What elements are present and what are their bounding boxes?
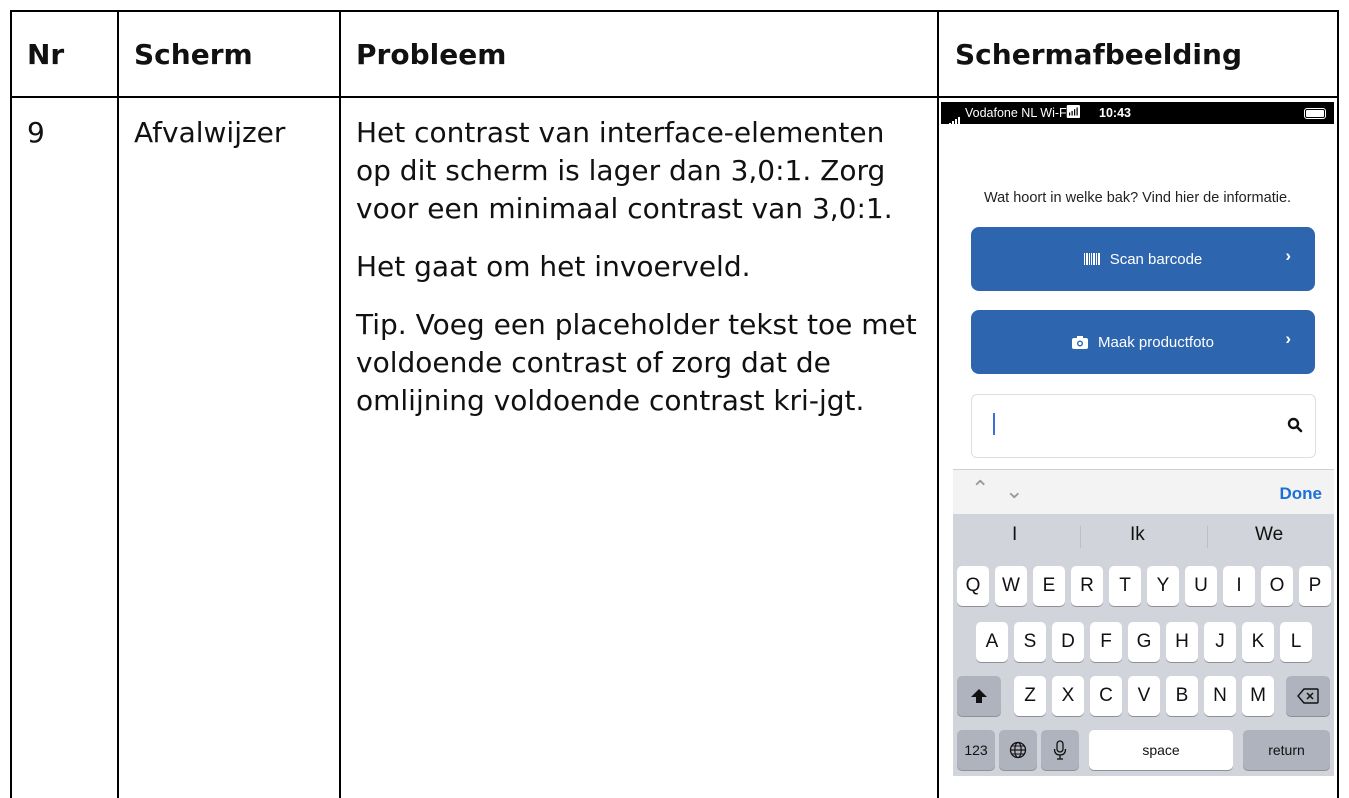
header-nr: Nr bbox=[27, 37, 65, 71]
product-photo-label: Maak productfoto bbox=[1098, 333, 1214, 351]
key-r[interactable]: R bbox=[1071, 566, 1103, 606]
space-key[interactable]: space bbox=[1089, 730, 1233, 770]
text-caret bbox=[993, 413, 995, 435]
globe-key[interactable] bbox=[999, 730, 1037, 770]
key-k[interactable]: K bbox=[1242, 622, 1274, 662]
col-border-4 bbox=[1337, 10, 1339, 798]
search-icon[interactable] bbox=[1287, 417, 1303, 438]
header-screen: Scherm bbox=[134, 37, 253, 71]
key-s[interactable]: S bbox=[1014, 622, 1046, 662]
keyboard: I Ik We Q W E R T Y U I O P A S D F G H … bbox=[953, 514, 1334, 776]
key-m[interactable]: M bbox=[1242, 676, 1274, 716]
product-photo-button[interactable]: Maak productfoto › bbox=[971, 310, 1315, 374]
phone-screenshot: Vodafone NL Wi-Fi 📶︎ 10:43 Wat hoort in … bbox=[941, 102, 1334, 776]
search-input[interactable] bbox=[971, 394, 1316, 458]
keyboard-toolbar: ⌃ ⌃ Done bbox=[953, 469, 1334, 514]
carrier-label: Vodafone NL Wi-Fi bbox=[965, 106, 1070, 120]
done-button[interactable]: Done bbox=[1280, 484, 1323, 504]
row-screen: Afvalwijzer bbox=[134, 116, 286, 149]
camera-icon bbox=[1072, 335, 1089, 349]
battery-icon bbox=[1304, 108, 1326, 119]
key-u[interactable]: U bbox=[1185, 566, 1217, 606]
signal-icon bbox=[949, 112, 961, 126]
microphone-key[interactable] bbox=[1041, 730, 1079, 770]
microphone-icon bbox=[1053, 740, 1067, 760]
intro-text: Wat hoort in welke bak? Vind hier de inf… bbox=[983, 190, 1292, 206]
key-e[interactable]: E bbox=[1033, 566, 1065, 606]
col-border-3 bbox=[937, 10, 939, 798]
clock: 10:43 bbox=[1099, 106, 1131, 120]
status-bar: Vodafone NL Wi-Fi 📶︎ 10:43 bbox=[941, 102, 1334, 126]
key-h[interactable]: H bbox=[1166, 622, 1198, 662]
previous-field-icon[interactable]: ⌃ bbox=[971, 476, 989, 502]
chevron-right-icon: › bbox=[1285, 246, 1291, 265]
key-f[interactable]: F bbox=[1090, 622, 1122, 662]
col-border-1 bbox=[117, 10, 119, 798]
barcode-icon bbox=[1083, 253, 1100, 265]
key-v[interactable]: V bbox=[1128, 676, 1160, 716]
row-problem: Het contrast van interface-elementen op … bbox=[356, 114, 928, 440]
key-c[interactable]: C bbox=[1090, 676, 1122, 716]
problem-paragraph: Het gaat om het invoerveld. bbox=[356, 250, 751, 283]
key-o[interactable]: O bbox=[1261, 566, 1293, 606]
header-screenshot: Schermafbeelding bbox=[955, 37, 1242, 71]
key-t[interactable]: T bbox=[1109, 566, 1141, 606]
suggestion-item[interactable]: We bbox=[1255, 524, 1283, 546]
scan-barcode-button[interactable]: Scan barcode › bbox=[971, 227, 1315, 291]
shift-icon bbox=[971, 689, 987, 703]
key-n[interactable]: N bbox=[1204, 676, 1236, 716]
chevron-right-icon: › bbox=[1285, 329, 1291, 348]
shift-key[interactable] bbox=[957, 676, 1001, 716]
suggestion-item[interactable]: Ik bbox=[1130, 524, 1145, 546]
scan-barcode-label: Scan barcode bbox=[1109, 250, 1203, 268]
col-border-2 bbox=[339, 10, 341, 798]
col-border-0 bbox=[10, 10, 12, 798]
key-x[interactable]: X bbox=[1052, 676, 1084, 716]
numbers-key[interactable]: 123 bbox=[957, 730, 995, 770]
suggestion-item[interactable]: I bbox=[1012, 524, 1017, 546]
problem-paragraph: Tip. Voeg een placeholder tekst toe met … bbox=[356, 308, 917, 417]
wifi-icon: 📶︎ bbox=[1065, 104, 1082, 119]
key-w[interactable]: W bbox=[995, 566, 1027, 606]
key-j[interactable]: J bbox=[1204, 622, 1236, 662]
key-p[interactable]: P bbox=[1299, 566, 1331, 606]
key-d[interactable]: D bbox=[1052, 622, 1084, 662]
key-q[interactable]: Q bbox=[957, 566, 989, 606]
key-i[interactable]: I bbox=[1223, 566, 1255, 606]
header-problem: Probleem bbox=[356, 37, 507, 71]
next-field-icon[interactable]: ⌃ bbox=[1005, 476, 1023, 502]
key-b[interactable]: B bbox=[1166, 676, 1198, 716]
backspace-key[interactable] bbox=[1286, 676, 1330, 716]
key-l[interactable]: L bbox=[1280, 622, 1312, 662]
key-y[interactable]: Y bbox=[1147, 566, 1179, 606]
backspace-icon bbox=[1297, 688, 1319, 704]
key-a[interactable]: A bbox=[976, 622, 1008, 662]
globe-icon bbox=[1009, 741, 1027, 759]
issue-table: Nr Scherm Probleem Schermafbeelding 9 Af… bbox=[0, 0, 1349, 798]
key-g[interactable]: G bbox=[1128, 622, 1160, 662]
key-z[interactable]: Z bbox=[1014, 676, 1046, 716]
suggestion-bar: I Ik We bbox=[953, 514, 1334, 554]
row-nr: 9 bbox=[27, 116, 45, 149]
return-key[interactable]: return bbox=[1243, 730, 1330, 770]
problem-paragraph: Het contrast van interface-elementen op … bbox=[356, 116, 893, 225]
